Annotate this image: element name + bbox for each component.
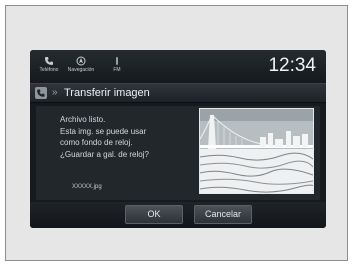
- bridge-image: [199, 109, 315, 193]
- file-name: XXXXX.jpg: [72, 184, 102, 190]
- screen-title: Transferir imagen: [64, 87, 150, 99]
- image-thumbnail: [199, 108, 315, 194]
- status-item-phone[interactable]: Teléfono: [36, 56, 62, 73]
- chevron-icon: »: [52, 87, 58, 98]
- status-item-label: Teléfono: [39, 67, 59, 73]
- cancel-button[interactable]: Cancelar: [194, 205, 252, 224]
- navigation-icon: [76, 56, 86, 66]
- radio-icon: [116, 57, 118, 65]
- button-bar: OK Cancelar: [30, 202, 326, 228]
- status-bar: Teléfono Navegación FM 12:34: [30, 50, 326, 82]
- phone-icon: [45, 57, 53, 65]
- status-item-label: Navegación: [67, 67, 95, 73]
- dialog-message: Archivo listo. Esta img. se puede usar c…: [60, 115, 149, 159]
- status-item-fm[interactable]: FM: [108, 56, 126, 73]
- status-item-navigation[interactable]: Navegación: [64, 56, 98, 73]
- phone-icon: [35, 87, 47, 99]
- clock: 12:34: [268, 55, 316, 76]
- title-bar: » Transferir imagen: [30, 83, 326, 103]
- dialog-panel: Archivo listo. Esta img. se puede usar c…: [36, 106, 320, 200]
- figure-frame: Teléfono Navegación FM 12:34 » Transferi…: [5, 5, 348, 261]
- ok-button[interactable]: OK: [125, 205, 183, 224]
- status-item-label: FM: [113, 67, 121, 73]
- infotainment-screen: Teléfono Navegación FM 12:34 » Transferi…: [30, 50, 326, 228]
